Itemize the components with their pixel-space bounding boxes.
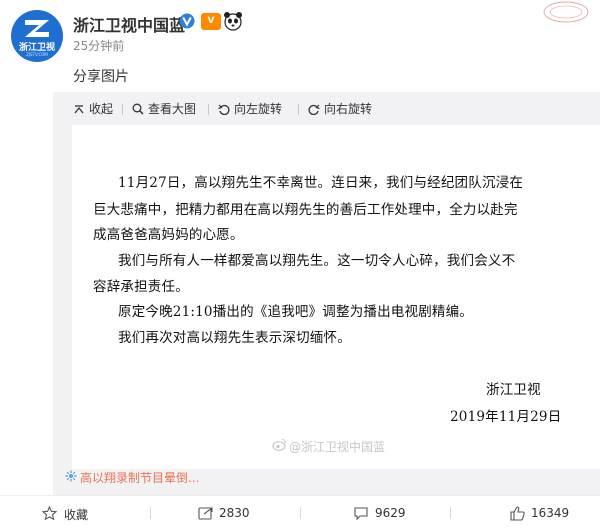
member-badge-icon[interactable]: V bbox=[201, 13, 221, 30]
statement-line: 我们与所有人一样都爱高以翔先生。这一切令人心碎，我们会义不 bbox=[118, 253, 516, 269]
post-text: 分享图片 bbox=[73, 69, 129, 85]
collapse-label: 收起 bbox=[89, 102, 114, 116]
statement-line: 巨大悲痛中，把精力都用在高以翔先生的善后工作处理中，全力以赴完 bbox=[93, 202, 518, 218]
statement-line: 11月27日，高以翔先生不幸离世。连日来，我们与经纪团队沉浸在 bbox=[118, 175, 524, 191]
action-bar: 收藏 2830 9629 16349 bbox=[0, 495, 600, 528]
topic-spark-icon bbox=[65, 470, 77, 482]
post-header: 浙江卫视 ZJSTV.COM 浙江卫视中国蓝 V 25分钟前 分享图片 bbox=[0, 0, 600, 92]
stamp-icon bbox=[543, 1, 589, 23]
comment-count: 9629 bbox=[375, 506, 406, 520]
statement-signature: 浙江卫视 bbox=[486, 382, 541, 398]
statement-line: 容辞承担责任。 bbox=[93, 279, 189, 295]
statement-date: 2019年11月29日 bbox=[450, 409, 562, 425]
collapse-icon bbox=[74, 105, 84, 114]
panda-icon[interactable] bbox=[223, 11, 243, 31]
media-box: 收起 查看大图 向左旋转 向右旋转 11月27日，高以翔先生不幸离世。连日来，我… bbox=[53, 92, 600, 495]
post-time[interactable]: 25分钟前 bbox=[73, 37, 124, 54]
avatar-logo-sub: ZJSTV.COM bbox=[26, 52, 48, 57]
toolbar-divider bbox=[208, 104, 209, 115]
toolbar-divider bbox=[122, 104, 123, 115]
username-link[interactable]: 浙江卫视中国蓝 bbox=[73, 12, 185, 36]
comment-icon bbox=[354, 507, 368, 521]
like-button[interactable]: 16349 bbox=[450, 496, 600, 528]
weibo-logo-icon bbox=[272, 438, 287, 451]
magnifier-icon bbox=[132, 103, 144, 115]
repost-button[interactable]: 2830 bbox=[150, 496, 300, 528]
rotate-left-icon bbox=[218, 104, 230, 115]
watermark-text: @浙江卫视中国蓝 bbox=[289, 440, 386, 454]
statement-line: 原定今晚21:10播出的《追我吧》调整为播出电视剧精编。 bbox=[118, 304, 474, 320]
comment-button[interactable]: 9629 bbox=[300, 496, 450, 528]
favorite-label: 收藏 bbox=[64, 508, 89, 522]
view-large-label: 查看大图 bbox=[148, 102, 197, 116]
rotate-right-label: 向右旋转 bbox=[324, 102, 373, 116]
topic-text: 高以翔录制节目晕倒... bbox=[80, 471, 200, 485]
verified-icon[interactable] bbox=[179, 13, 195, 29]
statement-line: 成高爸爸高妈妈的心愿。 bbox=[93, 227, 244, 243]
weibo-watermark: @浙江卫视中国蓝 bbox=[272, 438, 386, 455]
repost-icon bbox=[198, 507, 213, 520]
repost-count: 2830 bbox=[219, 506, 250, 520]
star-icon bbox=[42, 506, 57, 521]
rotate-left-label: 向左旋转 bbox=[234, 102, 283, 116]
statement-image[interactable]: 11月27日，高以翔先生不幸离世。连日来，我们与经纪团队沉浸在 巨大悲痛中，把精… bbox=[72, 125, 600, 469]
statement-line: 我们再次对高以翔先生表示深切缅怀。 bbox=[118, 330, 351, 346]
image-toolbar: 收起 查看大图 向左旋转 向右旋转 bbox=[53, 92, 600, 126]
avatar[interactable]: 浙江卫视 ZJSTV.COM bbox=[11, 10, 63, 62]
rotate-right-icon bbox=[308, 104, 320, 115]
toolbar-divider bbox=[298, 104, 299, 115]
favorite-button[interactable]: 收藏 bbox=[0, 496, 150, 528]
thumbs-up-icon bbox=[510, 506, 525, 521]
like-count: 16349 bbox=[531, 506, 570, 520]
